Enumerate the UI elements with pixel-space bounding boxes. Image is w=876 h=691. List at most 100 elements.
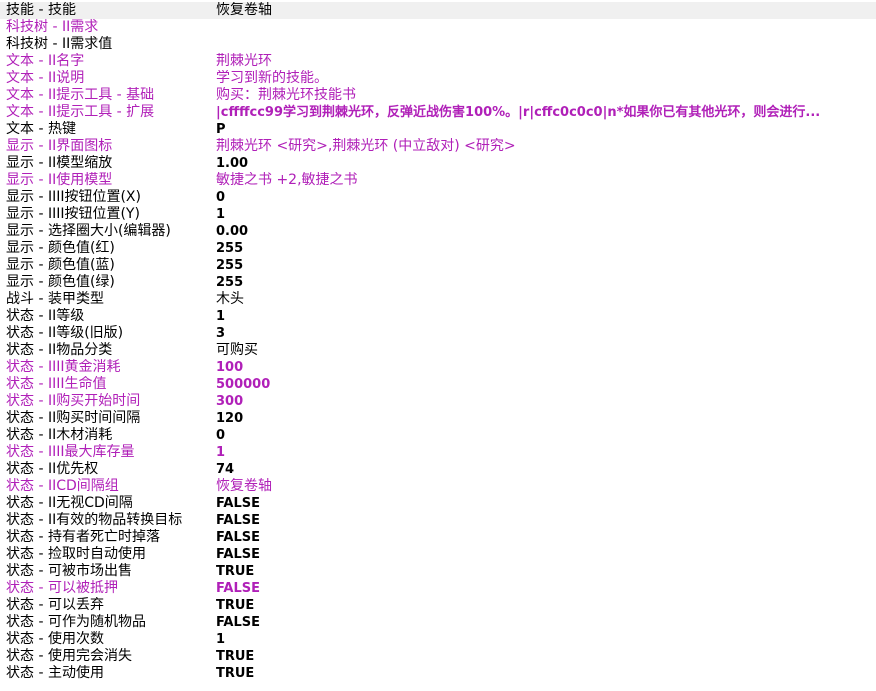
field-name: 状态 - 使用完会消失: [6, 648, 132, 664]
field-row[interactable]: 文本 - 热键 P: [0, 121, 876, 138]
field-name: 文本 - 热键: [6, 121, 76, 137]
field-row[interactable]: 状态 - II等级(旧版) 3: [0, 325, 876, 342]
field-name: 科技树 - II需求: [6, 19, 99, 35]
field-row[interactable]: 显示 - 颜色值(蓝) 255: [0, 257, 876, 274]
field-row[interactable]: 显示 - 选择圈大小(编辑器) 0.00: [0, 223, 876, 240]
field-row[interactable]: 状态 - 持有者死亡时掉落 FALSE: [0, 529, 876, 546]
field-name: 文本 - II提示工具 - 基础: [6, 87, 155, 103]
field-name: 技能 - 技能: [6, 2, 76, 18]
field-name: 显示 - IIII按钮位置(Y): [6, 206, 140, 222]
field-row[interactable]: 显示 - 颜色值(红) 255: [0, 240, 876, 257]
field-name: 状态 - 可作为随机物品: [6, 614, 146, 630]
field-row[interactable]: 显示 - IIII按钮位置(Y) 1: [0, 206, 876, 223]
field-value: TRUE: [216, 666, 255, 681]
field-row[interactable]: 状态 - II购买开始时间 300: [0, 393, 876, 410]
field-name: 文本 - II提示工具 - 扩展: [6, 104, 155, 120]
field-name: 状态 - 主动使用: [6, 665, 104, 681]
field-value: 100: [216, 360, 244, 375]
field-value: 74: [216, 462, 235, 477]
object-fields-grid: 技能 - 技能 恢复卷轴 科技树 - II需求 科技树 - II需求值 文本 - II名…: [0, 2, 876, 682]
field-row[interactable]: 文本 - II提示工具 - 基础 购买：荆棘光环技能书: [0, 87, 876, 104]
field-name: 状态 - II等级(旧版): [6, 325, 124, 341]
field-row[interactable]: 状态 - 使用次数 1: [0, 631, 876, 648]
field-row[interactable]: 状态 - II有效的物品转换目标 FALSE: [0, 512, 876, 529]
field-value: 荆棘光环 <研究>,荆棘光环 (中立敌对) <研究>: [216, 138, 516, 154]
field-name: 状态 - IIII生命值: [6, 376, 107, 392]
field-row[interactable]: 显示 - II使用模型 敏捷之书 +2,敏捷之书: [0, 172, 876, 189]
field-name: 状态 - IIII黄金消耗: [6, 359, 121, 375]
field-name: 状态 - 持有者死亡时掉落: [6, 529, 160, 545]
field-value: 敏捷之书 +2,敏捷之书: [216, 172, 358, 188]
field-value: FALSE: [216, 581, 260, 596]
field-value: 3: [216, 326, 226, 341]
field-name: 状态 - II无视CD间隔: [6, 495, 133, 511]
field-row[interactable]: 状态 - II木材消耗 0: [0, 427, 876, 444]
field-row[interactable]: 状态 - IIII最大库存量 1: [0, 444, 876, 461]
field-value: 0.00: [216, 224, 249, 239]
field-value: 0: [216, 428, 226, 443]
field-value: [215, 36, 876, 53]
field-value: 1: [216, 309, 226, 324]
field-row[interactable]: 显示 - 颜色值(绿) 255: [0, 274, 876, 291]
field-name: 状态 - II木材消耗: [6, 427, 113, 443]
field-value: 255: [216, 258, 244, 273]
field-row[interactable]: 技能 - 技能 恢复卷轴: [0, 2, 876, 19]
field-name: 状态 - 捡取时自动使用: [6, 546, 146, 562]
field-row[interactable]: 状态 - II无视CD间隔 FALSE: [0, 495, 876, 512]
field-name: 状态 - IICD间隔组: [6, 478, 119, 494]
field-name: 文本 - II说明: [6, 70, 85, 86]
field-name: 状态 - 使用次数: [6, 631, 104, 647]
field-row[interactable]: 状态 - II等级 1: [0, 308, 876, 325]
field-name: 文本 - II名字: [6, 53, 85, 69]
field-row[interactable]: 文本 - II说明 学习到新的技能。: [0, 70, 876, 87]
field-value: 255: [216, 241, 244, 256]
field-name: 战斗 - 装甲类型: [6, 291, 104, 307]
field-value: 学习到新的技能。: [216, 70, 328, 86]
field-row[interactable]: 文本 - II提示工具 - 扩展 |cffffcc99学习到荆棘光环，反弹近战伤害…: [0, 104, 876, 121]
field-value: 恢复卷轴: [216, 2, 272, 18]
field-value: 木头: [216, 291, 244, 307]
field-row[interactable]: 状态 - 捡取时自动使用 FALSE: [0, 546, 876, 563]
field-name: 状态 - 可以丢弃: [6, 597, 104, 613]
field-value: 1: [216, 207, 226, 222]
field-row[interactable]: 科技树 - II需求: [0, 19, 876, 36]
field-value: 1.00: [216, 156, 249, 171]
field-row[interactable]: 战斗 - 装甲类型 木头: [0, 291, 876, 308]
field-row[interactable]: 显示 - IIII按钮位置(X) 0: [0, 189, 876, 206]
field-row[interactable]: 显示 - II模型缩放 1.00: [0, 155, 876, 172]
field-row[interactable]: 状态 - 可以被抵押 FALSE: [0, 580, 876, 597]
field-value: TRUE: [216, 598, 255, 613]
field-row[interactable]: 状态 - 可以丢弃 TRUE: [0, 597, 876, 614]
field-row[interactable]: 科技树 - II需求值: [0, 36, 876, 53]
field-row[interactable]: 状态 - 主动使用 TRUE: [0, 665, 876, 682]
field-row[interactable]: 文本 - II名字 荆棘光环: [0, 53, 876, 70]
field-value: |cffffcc99学习到荆棘光环，反弹近战伤害100%。|r|cffc0c0c…: [216, 105, 821, 120]
field-value: FALSE: [216, 513, 260, 528]
field-name: 状态 - 可被市场出售: [6, 563, 132, 579]
field-row[interactable]: 状态 - 可被市场出售 TRUE: [0, 563, 876, 580]
field-value: FALSE: [216, 547, 260, 562]
field-name: 状态 - II购买开始时间: [6, 393, 141, 409]
field-value: FALSE: [216, 530, 260, 545]
field-value: 恢复卷轴: [216, 478, 272, 494]
field-value: 300: [216, 394, 244, 409]
field-name: 显示 - 颜色值(红): [6, 240, 115, 256]
field-row[interactable]: 状态 - 可作为随机物品 FALSE: [0, 614, 876, 631]
field-row[interactable]: 状态 - 使用完会消失 TRUE: [0, 648, 876, 665]
field-row[interactable]: 显示 - II界面图标 荆棘光环 <研究>,荆棘光环 (中立敌对) <研究>: [0, 138, 876, 155]
field-row[interactable]: 状态 - II购买时间间隔 120: [0, 410, 876, 427]
field-name: 显示 - II使用模型: [6, 172, 113, 188]
field-name: 显示 - II界面图标: [6, 138, 113, 154]
field-row[interactable]: 状态 - II物品分类 可购买: [0, 342, 876, 359]
field-value: 500000: [216, 377, 271, 392]
field-row[interactable]: 状态 - II优先权 74: [0, 461, 876, 478]
field-value: [215, 19, 876, 36]
field-row[interactable]: 状态 - IIII生命值 500000: [0, 376, 876, 393]
field-value: TRUE: [216, 649, 255, 664]
field-name: 显示 - 颜色值(蓝): [6, 257, 115, 273]
field-name: 状态 - II物品分类: [6, 342, 113, 358]
field-row[interactable]: 状态 - IICD间隔组 恢复卷轴: [0, 478, 876, 495]
field-value: 0: [216, 190, 226, 205]
field-row[interactable]: 状态 - IIII黄金消耗 100: [0, 359, 876, 376]
field-value: FALSE: [216, 615, 260, 630]
